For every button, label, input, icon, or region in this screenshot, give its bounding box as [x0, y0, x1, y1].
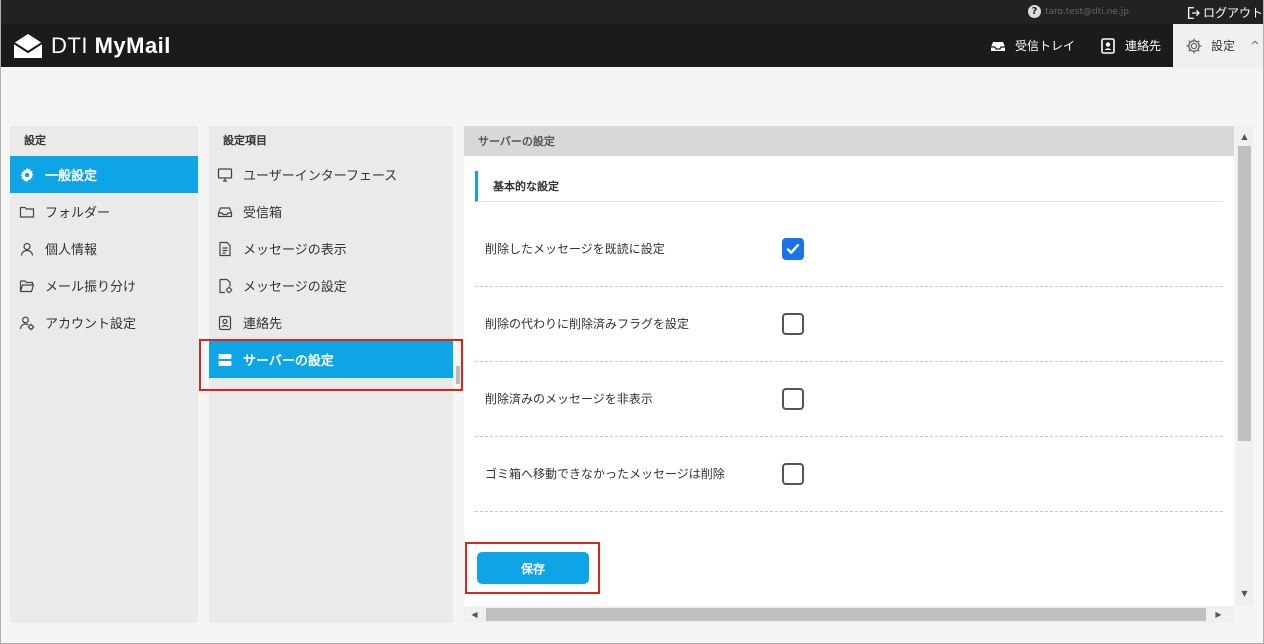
setting-row: 削除の代わりに削除済みフラグを設定 [475, 287, 1223, 362]
gear-icon [1186, 38, 1202, 53]
scroll-left-icon[interactable]: ◀ [466, 606, 483, 623]
section-title: 基本的な設定 [475, 171, 1223, 202]
settings-item-message-settings[interactable]: メッセージの設定 [209, 267, 453, 304]
server-settings-panel: サーバーの設定 基本的な設定 削除したメッセージを既読に設定 削除の代わりに削除… [464, 126, 1234, 606]
sidebar-item-general[interactable]: 一般設定 [10, 156, 198, 193]
user-email: taro.test@dti.ne.jp [1045, 7, 1129, 17]
horizontal-scrollbar[interactable]: ◀ ▶ [464, 606, 1234, 623]
logout-label: ログアウト [1203, 6, 1264, 20]
flag-instead-of-delete-checkbox[interactable] [782, 313, 804, 335]
setting-row: 削除したメッセージを既読に設定 [475, 212, 1223, 287]
setting-row: ゴミ箱へ移動できなかったメッセージは削除 [475, 437, 1223, 512]
main-nav: 受信トレイ 連絡先 設定 ^ [977, 24, 1263, 67]
monitor-icon [217, 167, 233, 183]
delete-if-trash-fails-checkbox[interactable] [782, 463, 804, 485]
settings-item-label: メッセージの設定 [243, 280, 347, 295]
document-gear-icon [217, 278, 233, 294]
user-bar: ? taro.test@dti.ne.jp ログアウト [1, 0, 1263, 24]
sidebar-item-label: 一般設定 [45, 169, 98, 184]
panel-title: サーバーの設定 [464, 126, 1234, 156]
mail-logo-icon [13, 34, 43, 58]
settings-item-label: ユーザーインターフェース [243, 169, 398, 184]
save-button[interactable]: 保存 [477, 552, 589, 584]
settings-item-contacts[interactable]: 連絡先 [209, 304, 453, 341]
sidebar-item-personal-info[interactable]: 個人情報 [10, 230, 198, 267]
settings-item-user-interface[interactable]: ユーザーインターフェース [209, 156, 453, 193]
mark-deleted-as-read-checkbox[interactable] [782, 238, 804, 260]
gear-icon [19, 167, 35, 183]
contact-icon [1101, 37, 1115, 54]
vertical-scrollbar[interactable]: ▲ ▼ [1236, 126, 1253, 606]
nav-inbox[interactable]: 受信トレイ [977, 24, 1087, 67]
setting-label: 削除済みのメッセージを非表示 [485, 392, 653, 406]
settings-item-inbox[interactable]: 受信箱 [209, 193, 453, 230]
settings-item-label: 連絡先 [243, 317, 283, 332]
nav-settings[interactable]: 設定 [1172, 24, 1247, 67]
logout-button[interactable]: ログアウト [1186, 4, 1263, 21]
settings-sidebar: 設定 一般設定 フォルダー 個人情報 メール振り分け アカウント設定 [10, 126, 198, 623]
vertical-scroll-thumb[interactable] [1238, 146, 1251, 441]
sidebar-item-mail-filters[interactable]: メール振り分け [10, 267, 198, 304]
checkmark-icon [786, 243, 800, 254]
settings-item-label: サーバーの設定 [243, 354, 334, 369]
nav-inbox-label: 受信トレイ [1014, 39, 1075, 53]
app-header: DTI MyMail 受信トレイ 連絡先 設定 ^ [1, 24, 1263, 67]
inbox-icon [990, 41, 1005, 51]
settings-item-label: 受信箱 [243, 206, 283, 221]
setting-label: 削除の代わりに削除済みフラグを設定 [485, 317, 690, 331]
sidebar-item-label: 個人情報 [45, 243, 98, 258]
account-icon [19, 315, 35, 331]
sidebar-item-label: フォルダー [45, 206, 111, 221]
app-title: DTI MyMail [51, 33, 171, 58]
hide-deleted-messages-checkbox[interactable] [782, 388, 804, 410]
sidebar-item-label: アカウント設定 [45, 317, 137, 332]
server-icon [217, 352, 233, 368]
sidebar-title: 設定 [24, 134, 46, 147]
scroll-right-icon[interactable]: ▶ [1210, 606, 1227, 623]
sidebar-item-label: メール振り分け [45, 280, 137, 295]
scroll-up-icon[interactable]: ▲ [1236, 128, 1253, 145]
horizontal-scroll-thumb[interactable] [486, 608, 1206, 621]
folder-open-icon [19, 278, 35, 294]
setting-label: 削除したメッセージを既読に設定 [485, 242, 665, 256]
settings-item-label: メッセージの表示 [243, 243, 347, 258]
setting-row: 削除済みのメッセージを非表示 [475, 362, 1223, 437]
document-icon [217, 241, 233, 257]
contact-icon [217, 315, 233, 331]
collapse-header-button[interactable]: ^ [1247, 24, 1263, 67]
folder-icon [19, 204, 35, 220]
sidebar-item-folders[interactable]: フォルダー [10, 193, 198, 230]
setting-label: ゴミ箱へ移動できなかったメッセージは削除 [485, 467, 725, 481]
logout-icon [1187, 6, 1200, 19]
sidebar-item-account-settings[interactable]: アカウント設定 [10, 304, 198, 341]
help-icon[interactable]: ? [1028, 5, 1041, 18]
settings-items-title: 設定項目 [223, 134, 267, 147]
settings-items-panel: 設定項目 ユーザーインターフェース 受信箱 メッセージの表示 メッセージの設定 … [209, 126, 453, 623]
inbox-icon [217, 204, 233, 220]
nav-contacts-label: 連絡先 [1124, 39, 1161, 53]
person-icon [19, 241, 35, 257]
settings-items-scrollbar[interactable] [456, 366, 460, 384]
nav-settings-label: 設定 [1210, 39, 1235, 53]
nav-contacts[interactable]: 連絡先 [1087, 24, 1173, 67]
settings-item-server-settings[interactable]: サーバーの設定 [209, 341, 453, 378]
scroll-down-icon[interactable]: ▼ [1236, 585, 1253, 602]
logo[interactable]: DTI MyMail [13, 33, 171, 59]
settings-item-message-display[interactable]: メッセージの表示 [209, 230, 453, 267]
